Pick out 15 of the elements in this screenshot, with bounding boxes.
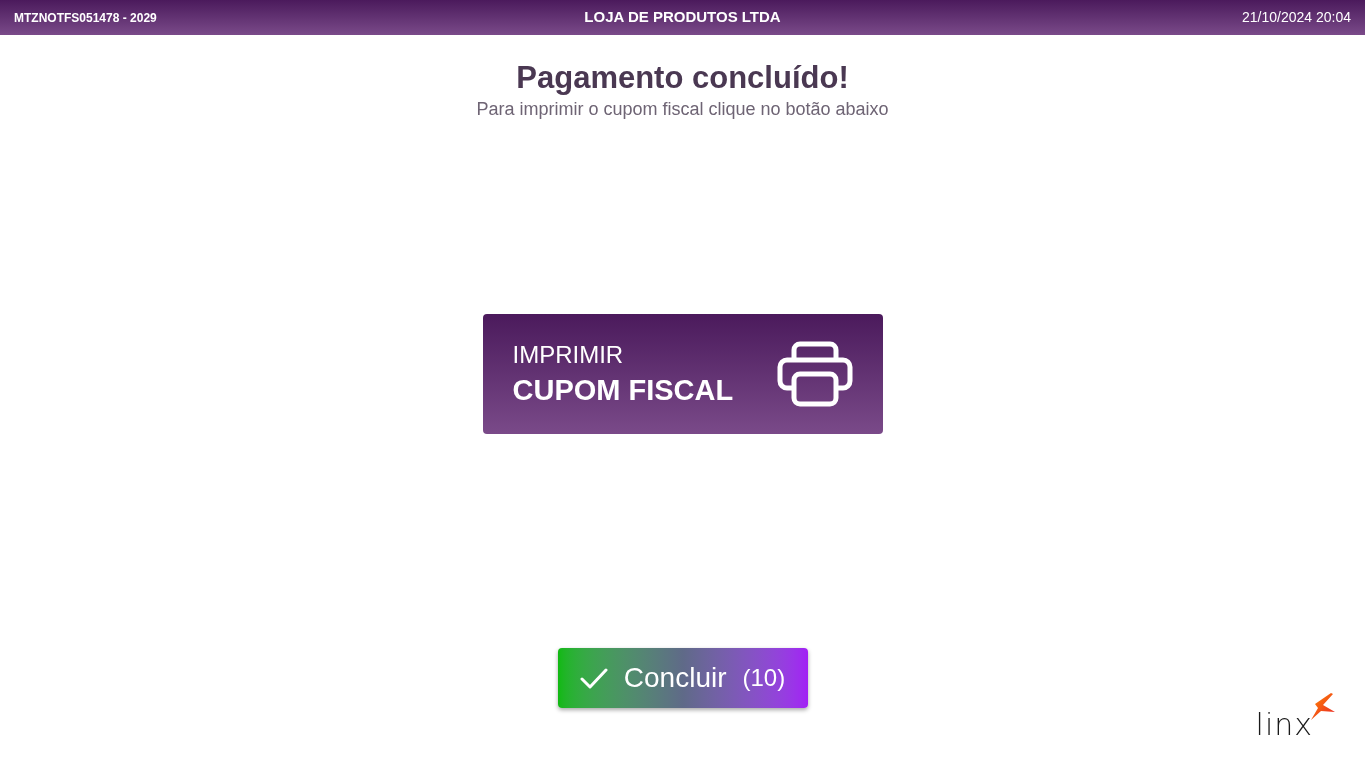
countdown: (10): [742, 663, 786, 693]
print-receipt-button[interactable]: IMPRIMIR CUPOM FISCAL: [482, 313, 883, 434]
print-button-line: CUPOM FISCAL: [512, 372, 734, 408]
printer-icon: [776, 340, 853, 407]
logo-text: linx: [1255, 710, 1313, 740]
page-subtitle: Para imprimir o cupom fiscal clique no botão abaixo: [476, 98, 889, 121]
terminal-id: MTZNOTFS051478 - 2029: [14, 9, 158, 27]
logo-mark-icon: [1311, 693, 1335, 720]
page-title: Pagamento concluído!: [516, 60, 849, 96]
store-name: LOJA DE PRODUTOS LTDA: [584, 7, 781, 28]
finish-label: Concluir: [623, 661, 727, 695]
date-time: 21/10/2024 20:04: [1241, 8, 1351, 27]
check-icon: [579, 667, 608, 689]
print-button-line: IMPRIMIR: [512, 339, 625, 370]
finish-button[interactable]: Concluir (10): [557, 648, 808, 708]
